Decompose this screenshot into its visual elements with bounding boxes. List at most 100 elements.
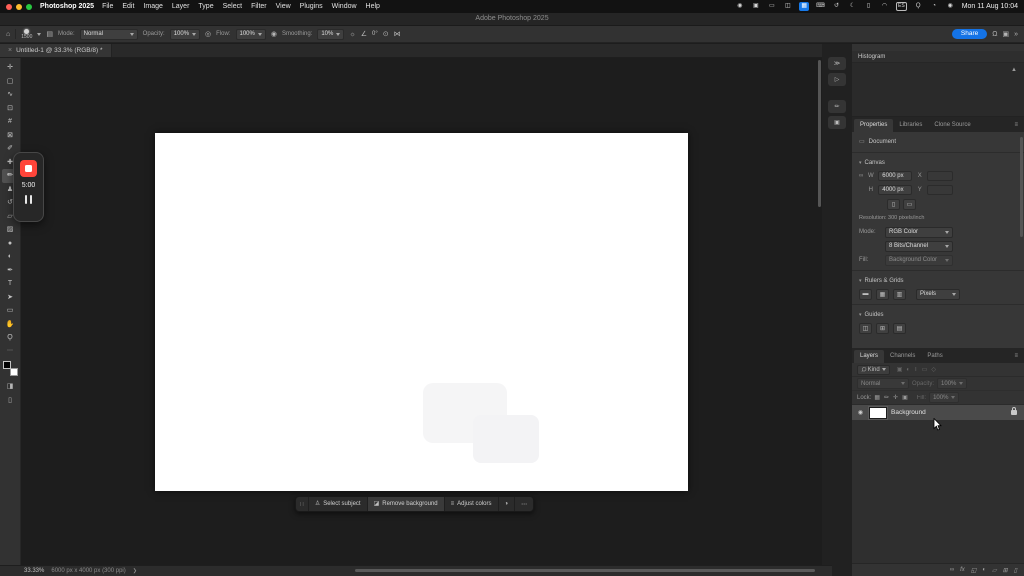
brush-angle-value[interactable]: 0° — [372, 31, 378, 37]
blur-tool[interactable]: ● — [2, 237, 19, 251]
rectangular-marquee-tool[interactable]: ▢ — [2, 75, 19, 89]
menu-item[interactable]: Image — [143, 3, 162, 10]
layer-opacity-select[interactable]: 100% — [937, 378, 968, 389]
menu-item[interactable]: Window — [332, 3, 357, 10]
foreground-color-swatch[interactable] — [2, 360, 11, 369]
menu-item[interactable]: Select — [223, 3, 242, 10]
layer-thumbnail[interactable] — [869, 406, 887, 419]
lock-position-icon[interactable]: ✛ — [893, 395, 898, 401]
tab-layers[interactable]: Layers — [854, 350, 885, 363]
histogram-refresh-warning-icon[interactable]: ▲ — [1011, 67, 1017, 73]
pressure-opacity-icon[interactable]: ◎ — [205, 31, 211, 38]
task-bar-grip-icon[interactable]: ∷ — [296, 497, 308, 511]
type-tool[interactable]: T — [2, 277, 19, 291]
visibility-eye-icon[interactable]: ◉ — [856, 409, 865, 416]
lasso-tool[interactable]: ∿ — [2, 88, 19, 102]
menu-item[interactable]: Filter — [251, 3, 267, 10]
do-not-disturb-icon[interactable]: ☾ — [848, 2, 857, 11]
spotlight-icon[interactable]: Ϙ — [914, 2, 923, 11]
properties-panel-menu-icon[interactable]: ≡ — [1010, 119, 1022, 132]
smoothing-select[interactable]: 10% — [317, 28, 345, 40]
share-button[interactable]: Share — [951, 28, 988, 40]
landscape-orientation-icon[interactable]: ▭ — [903, 198, 916, 210]
canvas-width-field[interactable]: 6000 px — [878, 171, 913, 181]
collapse-options-chevron-icon[interactable]: » — [1014, 31, 1018, 38]
record-dot-icon[interactable]: ◉ — [735, 2, 744, 11]
input-source-badge[interactable]: ES — [896, 2, 907, 11]
object-selection-tool[interactable]: ⊡ — [2, 102, 19, 116]
rectangle-tool[interactable]: ▭ — [2, 304, 19, 318]
menu-item[interactable]: View — [276, 3, 291, 10]
new-group-icon[interactable]: ▱ — [992, 567, 997, 574]
layer-filter-select[interactable]: Ϙ Kind — [857, 364, 890, 375]
canvas-y-field[interactable] — [927, 185, 954, 195]
control-center-icon[interactable]: ◔ — [930, 2, 939, 11]
properties-scrollbar[interactable] — [1020, 137, 1023, 237]
flow-select[interactable]: 100% — [235, 28, 266, 40]
camera-status-icon[interactable]: ▣ — [751, 2, 760, 11]
link-layers-icon[interactable]: ∞ — [950, 567, 954, 573]
layers-list-empty-area[interactable] — [852, 420, 1024, 563]
layer-effects-icon[interactable]: fx — [960, 567, 965, 573]
canvas-section-header[interactable]: ▾ Canvas — [859, 157, 1017, 168]
toggle-grid-icon[interactable]: ▦ — [876, 288, 889, 300]
units-select[interactable]: Pixels — [916, 288, 960, 300]
brushes-panel-icon[interactable]: ✏ — [828, 100, 846, 113]
edit-toolbar-ellipsis-icon[interactable]: ⋯ — [7, 347, 13, 354]
expand-panels-icon[interactable]: ≫ — [828, 57, 846, 70]
menu-item[interactable]: File — [102, 3, 113, 10]
filter-adjustment-layers-icon[interactable]: ◐ — [906, 367, 910, 373]
document-canvas[interactable] — [155, 133, 688, 491]
zoom-tool[interactable]: Ϙ — [2, 331, 19, 345]
lock-all-icon[interactable]: ▣ — [902, 395, 908, 401]
tab-paths[interactable]: Paths — [921, 350, 948, 363]
minimize-window-button[interactable] — [16, 3, 22, 10]
brush-preset-picker[interactable]: 1500 — [21, 28, 32, 40]
canvas-vertical-scrollbar[interactable] — [818, 60, 821, 207]
brush-picker-caret-icon[interactable] — [37, 32, 42, 36]
lock-guides-icon[interactable]: ⊞ — [876, 322, 889, 334]
toggle-rulers-icon[interactable]: ▬ — [859, 288, 872, 300]
siri-icon[interactable]: ◉ — [946, 2, 955, 11]
histogram-panel-header[interactable]: Histogram — [852, 51, 1024, 63]
crop-tool[interactable]: # — [2, 115, 19, 129]
display-status-icon[interactable]: ▭ — [767, 2, 776, 11]
filter-smart-objects-icon[interactable]: ◇ — [931, 367, 936, 373]
layer-lock-icon[interactable] — [1011, 407, 1017, 415]
filter-shape-layers-icon[interactable]: ▭ — [922, 367, 928, 373]
adjustment-layer-icon[interactable]: ◐ — [982, 567, 986, 573]
zoom-window-button[interactable] — [26, 3, 32, 10]
color-adjust-icon[interactable]: ◑ — [497, 497, 515, 511]
task-bar-more-icon[interactable]: ⋯ — [514, 497, 533, 511]
frame-tool[interactable]: ⊠ — [2, 129, 19, 143]
menu-item[interactable]: Edit — [122, 3, 134, 10]
new-guide-layout-icon[interactable]: ◫ — [859, 322, 872, 334]
gradient-tool[interactable]: ▨ — [2, 223, 19, 237]
filter-pixel-layers-icon[interactable]: ▣ — [897, 367, 903, 373]
select-subject-button[interactable]: ♙ Select subject — [307, 497, 367, 511]
toggle-snap-icon[interactable]: ▥ — [893, 288, 906, 300]
new-layer-icon[interactable]: ⊞ — [1003, 567, 1008, 574]
tab-channels[interactable]: Channels — [884, 350, 921, 363]
wifi-icon[interactable]: ◠ — [880, 2, 889, 11]
pressure-size-icon[interactable]: ⊙ — [383, 31, 389, 38]
document-tab[interactable]: × Untitled-1 @ 33.3% (RGB/8) * — [0, 44, 112, 57]
layer-blend-mode-select[interactable]: Normal — [857, 378, 909, 389]
keyboard-status-icon[interactable]: ⌨ — [816, 2, 825, 11]
opacity-select[interactable]: 100% — [169, 28, 201, 40]
lock-transparency-icon[interactable]: ▦ — [874, 395, 880, 401]
dodge-tool[interactable]: ◐ — [2, 250, 19, 264]
canvas-horizontal-scrollbar[interactable] — [355, 569, 815, 572]
quick-mask-icon[interactable]: ◨ — [7, 383, 14, 390]
stage-manager-icon[interactable]: ◫ — [783, 2, 792, 11]
add-layer-mask-icon[interactable]: ◱ — [971, 567, 977, 574]
guides-section-header[interactable]: ▾ Guides — [859, 309, 1017, 320]
move-tool[interactable]: ✛ — [2, 61, 19, 75]
time-machine-icon[interactable]: ↺ — [832, 2, 841, 11]
hand-tool[interactable]: ✋ — [2, 318, 19, 332]
rulers-grids-section-header[interactable]: ▾ Rulers & Grids — [859, 275, 1017, 286]
lock-pixels-icon[interactable]: ✏ — [884, 395, 889, 401]
app-menu-title[interactable]: Photoshop 2025 — [40, 3, 94, 10]
canvas-area[interactable]: ∷ ♙ Select subject ◪ Remove background ≡… — [21, 58, 822, 565]
battery-icon[interactable]: ▯ — [864, 2, 873, 11]
